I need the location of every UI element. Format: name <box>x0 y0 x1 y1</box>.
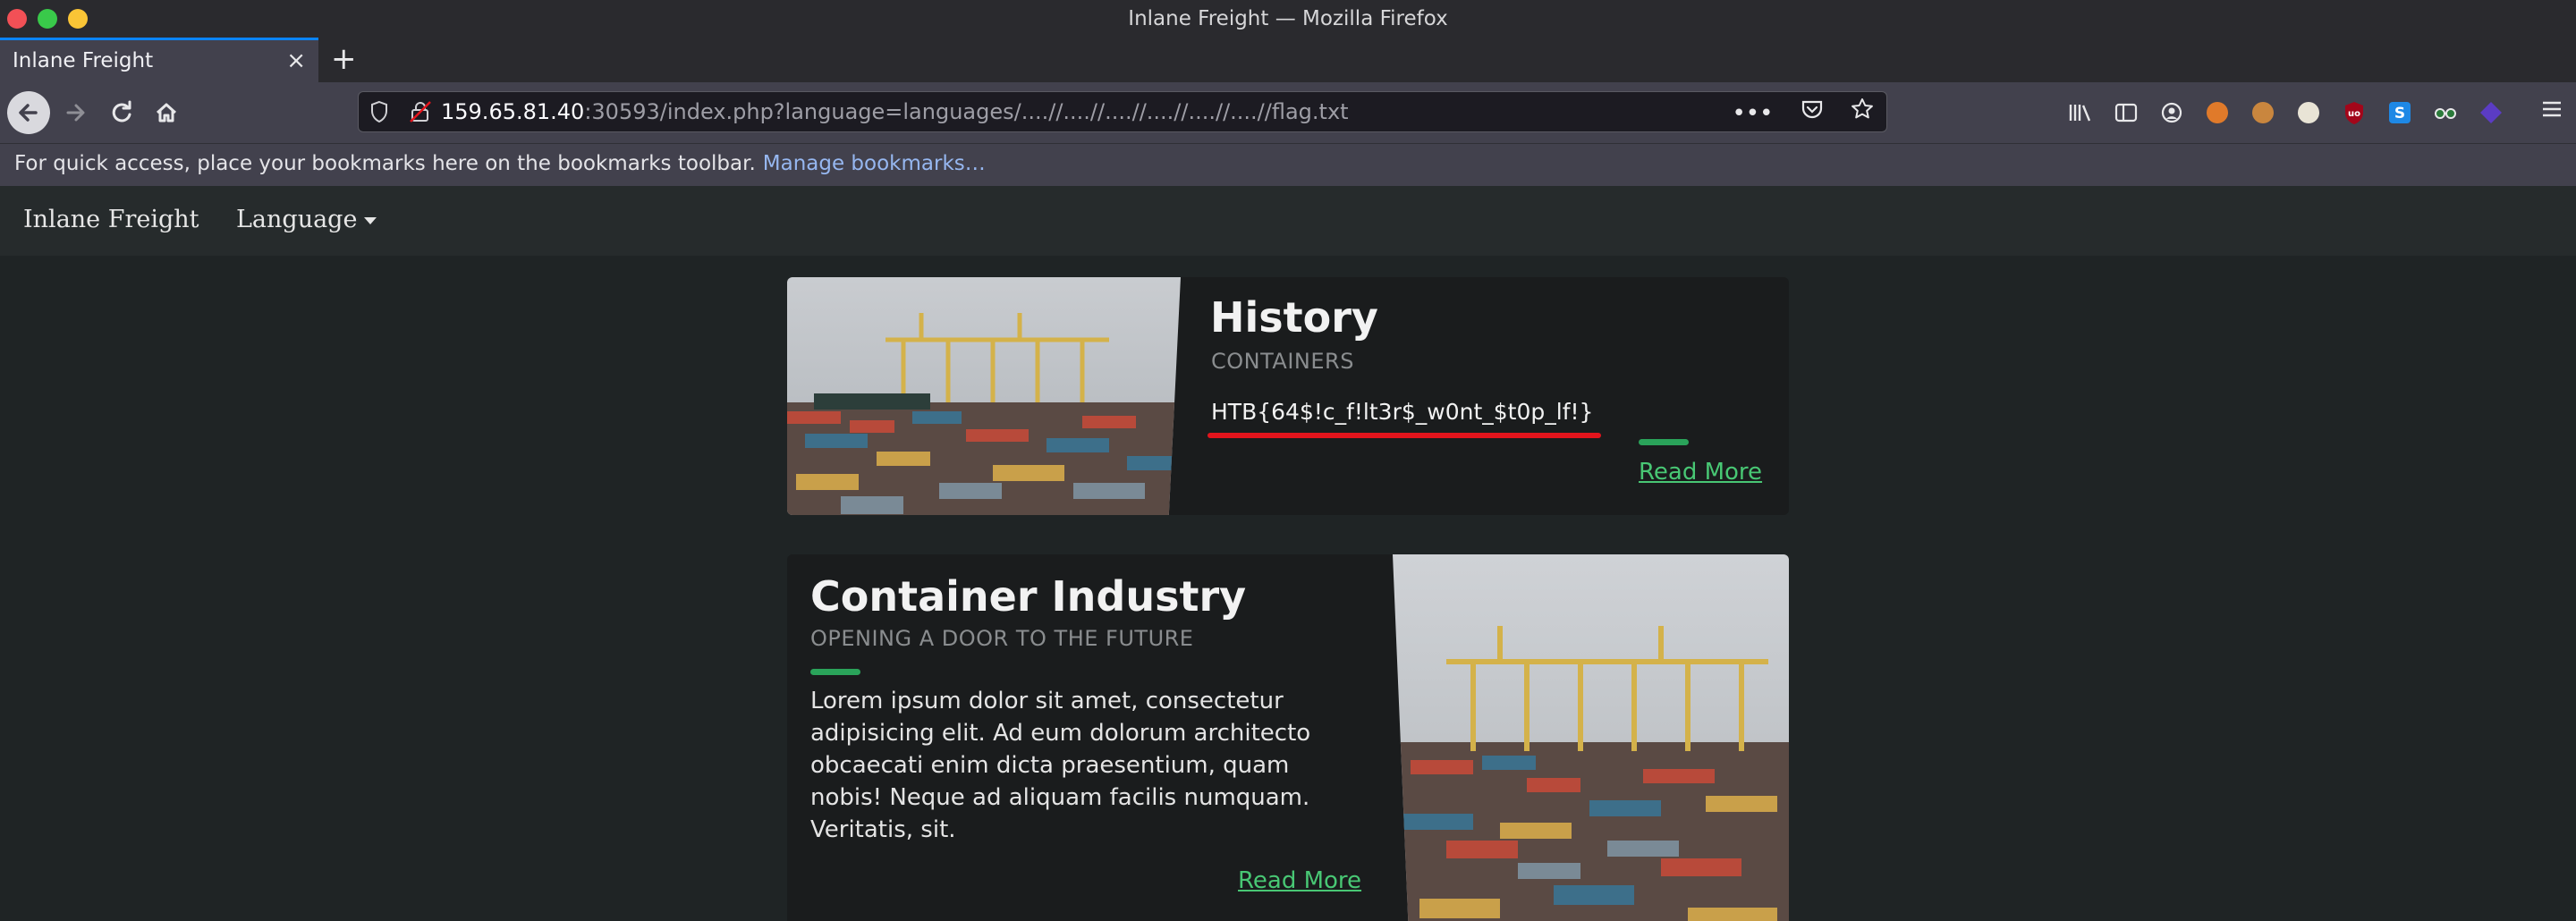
arrow-left-icon <box>19 104 38 122</box>
red-highlight-underline <box>1208 433 1601 438</box>
hamburger-menu-icon[interactable] <box>2540 97 2563 126</box>
flag-text: HTB{64$!c_f!lt3r$_w0nt_$t0p_lf!} <box>1211 399 1594 425</box>
toolbar-icons: uo S <box>2057 97 2513 129</box>
address-bar[interactable]: 159.65.81.40:30593/index.php?language=la… <box>358 91 1887 132</box>
site-brand-link[interactable]: Inlane Freight <box>23 206 199 233</box>
bookmarks-toolbar: For quick access, place your bookmarks h… <box>0 143 2576 186</box>
forward-button[interactable] <box>54 91 97 134</box>
manage-bookmarks-link[interactable]: Manage bookmarks… <box>763 152 986 175</box>
pocket-icon[interactable] <box>1801 99 1824 127</box>
extension-cookie-icon[interactable] <box>2240 97 2285 129</box>
container-port-image <box>1393 554 1789 921</box>
card-subtitle: CONTAINERS <box>1211 349 1354 374</box>
read-more-link[interactable]: Read More <box>1639 459 1762 486</box>
tab-label: Inlane Freight <box>13 49 154 72</box>
bookmark-star-icon[interactable] <box>1851 97 1874 127</box>
library-icon[interactable] <box>2057 97 2103 129</box>
bookmarks-hint: For quick access, place your bookmarks h… <box>14 152 986 175</box>
reload-button[interactable] <box>100 91 143 134</box>
extension-purple-icon[interactable] <box>2468 97 2513 129</box>
account-icon[interactable] <box>2148 97 2194 129</box>
insecure-lock-icon[interactable] <box>409 100 432 123</box>
svg-text:S: S <box>2394 105 2404 123</box>
reload-icon <box>112 100 131 123</box>
accent-bar <box>1639 439 1689 445</box>
tab-bar: Inlane Freight × + <box>0 38 2576 82</box>
url-host: 159.65.81.40 <box>441 99 585 124</box>
accent-bar <box>810 669 860 675</box>
card-title: Container Industry <box>810 572 1247 621</box>
url-actions: ••• <box>1712 97 1874 127</box>
home-button[interactable] <box>145 91 188 134</box>
page-actions-icon[interactable]: ••• <box>1732 100 1773 127</box>
extension-ninja-icon[interactable] <box>2285 97 2331 129</box>
close-tab-icon[interactable]: × <box>286 47 306 74</box>
arrow-right-icon <box>66 104 85 122</box>
back-button[interactable] <box>7 91 50 134</box>
container-industry-card: Container Industry OPENING A DOOR TO THE… <box>787 554 1789 921</box>
window-titlebar: Inlane Freight — Mozilla Firefox <box>0 0 2576 38</box>
home-icon <box>156 103 177 123</box>
language-label: Language <box>236 206 358 233</box>
extension-glasses-icon[interactable] <box>2422 97 2468 129</box>
ublock-icon[interactable]: uo <box>2331 97 2377 129</box>
language-dropdown[interactable]: Language <box>236 206 377 233</box>
url-path: :30593/index.php?language=languages/....… <box>584 99 1349 124</box>
card-subtitle: OPENING A DOOR TO THE FUTURE <box>810 626 1194 651</box>
extension-fox-icon[interactable] <box>2194 97 2240 129</box>
svg-text:uo: uo <box>2348 109 2360 119</box>
tracking-protection-shield-icon[interactable] <box>369 100 389 123</box>
extension-s-icon[interactable]: S <box>2377 97 2422 129</box>
navigation-toolbar: 159.65.81.40:30593/index.php?language=la… <box>0 82 2576 143</box>
caret-down-icon <box>364 216 377 224</box>
new-tab-button[interactable]: + <box>331 41 357 77</box>
url-text[interactable]: 159.65.81.40:30593/index.php?language=la… <box>441 99 1349 124</box>
container-port-image <box>787 277 1181 515</box>
tab-inlane-freight[interactable]: Inlane Freight × <box>0 38 318 82</box>
sidebar-icon[interactable] <box>2103 97 2148 129</box>
bookmarks-hint-text: For quick access, place your bookmarks h… <box>14 152 756 175</box>
history-card: History CONTAINERS HTB{64$!c_f!lt3r$_w0n… <box>787 277 1789 515</box>
read-more-link[interactable]: Read More <box>1238 867 1361 894</box>
card-title: History <box>1210 293 1378 342</box>
window-title: Inlane Freight — Mozilla Firefox <box>1128 7 1448 30</box>
card-body-text: Lorem ipsum dolor sit amet, consectetur … <box>810 688 1311 843</box>
site-navbar: Inlane Freight Language <box>0 186 2576 256</box>
